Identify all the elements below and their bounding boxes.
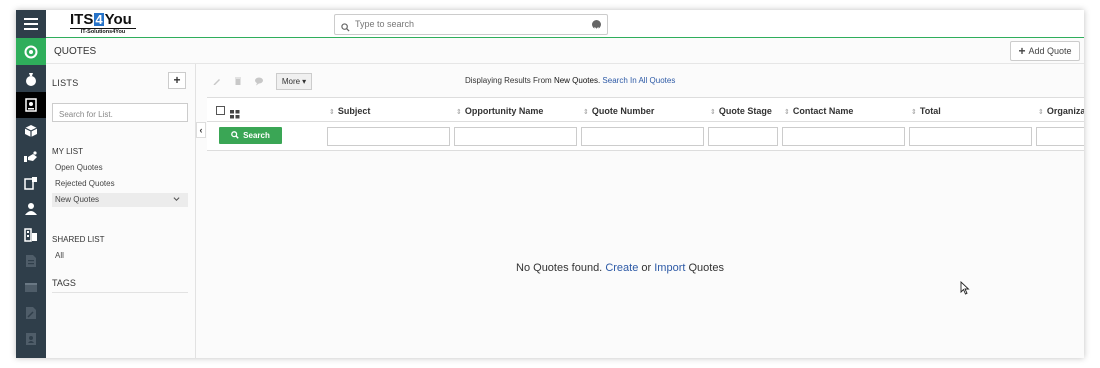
shared-list-heading: SHARED LIST (52, 235, 105, 244)
filter-opportunity-name-input[interactable] (454, 127, 577, 146)
filter-total-input[interactable] (909, 127, 1032, 146)
list-item-all[interactable]: All (52, 249, 188, 263)
current-list-name: New Quotes. (553, 76, 601, 85)
collapse-sidebar-button[interactable]: ‹ (196, 122, 206, 138)
logo-tagline: IT-Solutions4You (70, 28, 136, 35)
logo-text-its: ITS (70, 11, 94, 28)
chevron-down-icon[interactable] (173, 193, 180, 207)
page-title[interactable]: QUOTES (54, 46, 96, 57)
list-item-label: New Quotes (55, 195, 100, 204)
column-header-subject[interactable]: ⇕ Subject (329, 106, 370, 116)
column-label: Total (919, 106, 941, 116)
search-all-quotes-link[interactable]: Search In All Quotes (602, 76, 675, 85)
displaying-prefix: Displaying Results From (465, 76, 552, 85)
delete-icon[interactable] (232, 75, 244, 87)
add-quote-label: Add Quote (1028, 46, 1072, 56)
add-list-button[interactable]: + (168, 72, 186, 89)
caret-down-icon: ▾ (302, 76, 307, 86)
column-label: Subject (337, 106, 371, 116)
plus-icon: + (1018, 44, 1026, 58)
column-header-quote-number[interactable]: ⇕ Quote Number (583, 106, 654, 116)
module-header: QUOTES + Add Quote (46, 38, 1084, 64)
comment-icon[interactable] (253, 75, 265, 87)
edit-document-icon[interactable] (16, 300, 46, 326)
company-logo[interactable]: ITS 4 You IT-Solutions4You (70, 12, 136, 36)
list-item-new-quotes[interactable]: New Quotes (52, 193, 188, 207)
list-search-field[interactable] (52, 103, 188, 123)
sort-icon: ⇕ (1038, 109, 1044, 116)
search-icon (231, 130, 239, 141)
quotes-icon[interactable] (16, 92, 46, 118)
money-bag-icon[interactable] (16, 66, 46, 92)
more-actions-button[interactable]: More ▾ (276, 72, 312, 90)
lists-heading: LISTS (52, 78, 79, 88)
invoice-icon[interactable] (16, 170, 46, 196)
mouse-cursor-icon (960, 280, 970, 300)
global-search-input[interactable]: Type to search (334, 14, 608, 35)
list-item-rejected-quotes[interactable]: Rejected Quotes (52, 177, 188, 191)
search-icon (341, 19, 350, 37)
search-options-icon[interactable] (592, 20, 601, 31)
filter-quote-number-input[interactable] (581, 127, 704, 146)
sort-icon: ⇕ (329, 109, 335, 116)
column-header-quote-stage[interactable]: ⇕ Quote Stage (710, 106, 772, 116)
sort-icon: ⇕ (784, 109, 790, 116)
sort-icon: ⇕ (710, 109, 716, 116)
filter-contact-name-input[interactable] (782, 127, 905, 146)
search-button[interactable]: Search (219, 127, 282, 144)
address-book-icon[interactable] (16, 326, 46, 352)
menu-icon[interactable] (16, 10, 46, 38)
tags-heading: TAGS (52, 278, 76, 288)
home-icon[interactable] (16, 38, 46, 65)
empty-state-text: No Quotes found. (516, 262, 603, 274)
column-label: Quote Stage (718, 106, 772, 116)
column-label: Opportunity Name (464, 106, 544, 116)
empty-state-suffix: Quotes (688, 262, 724, 274)
column-header-total[interactable]: ⇕ Total (911, 106, 941, 116)
search-button-label: Search (243, 131, 270, 140)
displaying-results-text: Displaying Results From New Quotes. Sear… (465, 76, 675, 85)
app-navigation-bar (16, 10, 46, 358)
table-header: ⇕ Subject ⇕ Opportunity Name ⇕ Quote Number… (207, 97, 1084, 122)
top-header: ITS 4 You IT-Solutions4You Type to searc… (46, 10, 1084, 38)
sort-icon: ⇕ (583, 109, 589, 116)
list-actions: More ▾ (211, 72, 312, 90)
select-all-checkbox[interactable] (216, 106, 225, 115)
column-header-opportunity-name[interactable]: ⇕ Opportunity Name (456, 106, 543, 116)
app-window: ITS 4 You IT-Solutions4You Type to searc… (16, 10, 1084, 358)
empty-state-or: or (641, 262, 652, 274)
lists-sidebar: LISTS + MY LIST Open Quotes Rejected Quo… (46, 64, 196, 358)
document-icon[interactable] (16, 248, 46, 274)
list-view: More ▾ Displaying Results From New Quote… (207, 64, 1084, 358)
filter-organization-input[interactable] (1036, 127, 1084, 146)
filter-subject-input[interactable] (327, 127, 450, 146)
create-quote-link[interactable]: Create (605, 262, 638, 274)
handshake-icon[interactable] (16, 144, 46, 170)
box-icon[interactable] (16, 118, 46, 144)
list-item-open-quotes[interactable]: Open Quotes (52, 161, 188, 175)
add-quote-button[interactable]: + Add Quote (1010, 41, 1080, 61)
column-label: Organization (1046, 106, 1084, 116)
column-label: Quote Number (591, 106, 655, 116)
import-quotes-link[interactable]: Import (654, 262, 685, 274)
contacts-icon[interactable] (16, 196, 46, 222)
empty-state-message: No Quotes found. Create or Import Quotes (207, 262, 1033, 274)
logo-text-box: 4 (94, 12, 104, 27)
organizations-icon[interactable] (16, 222, 46, 248)
list-search-input[interactable] (53, 106, 187, 123)
column-label: Contact Name (792, 106, 854, 116)
divider (52, 292, 188, 293)
filter-quote-stage-input[interactable] (708, 127, 778, 146)
column-header-organization[interactable]: ⇕Organization (1038, 106, 1084, 116)
search-placeholder: Type to search (355, 19, 415, 29)
wallet-icon[interactable] (16, 274, 46, 300)
filter-row: Search (207, 122, 1084, 151)
edit-icon[interactable] (211, 75, 223, 87)
more-label: More (281, 76, 301, 86)
sort-icon: ⇕ (911, 109, 917, 116)
sort-icon: ⇕ (456, 109, 462, 116)
my-list-heading: MY LIST (52, 147, 83, 156)
column-header-contact-name[interactable]: ⇕ Contact Name (784, 106, 853, 116)
logo-text-you: You (104, 11, 132, 28)
